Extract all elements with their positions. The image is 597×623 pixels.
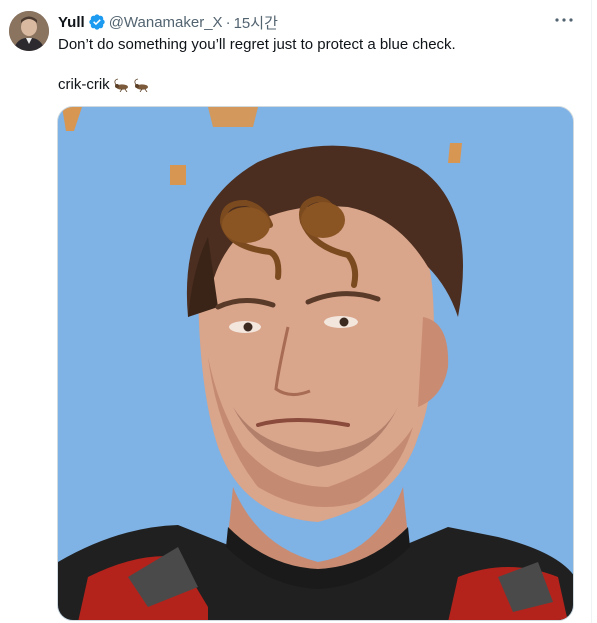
author-avatar[interactable] — [9, 11, 49, 51]
header-separator: · — [225, 13, 231, 31]
tweet-media-image[interactable] — [57, 106, 574, 621]
tweet-text-line-2: crik-crik — [58, 75, 578, 95]
tweet-timestamp[interactable]: 15시간 — [234, 12, 278, 33]
author-display-name[interactable]: Yull — [58, 14, 85, 31]
cricket-icon — [134, 78, 150, 93]
tweet-text: Don’t do something you’ll regret just to… — [58, 35, 578, 95]
timeline-border — [591, 0, 597, 623]
tweet-header: Yull @Wanamaker_X · 15시간 — [58, 12, 278, 32]
author-handle[interactable]: @Wanamaker_X — [109, 14, 223, 31]
more-options-icon[interactable] — [552, 10, 576, 30]
tweet-text-crik: crik-crik — [58, 76, 110, 93]
tweet-text-line-1: Don’t do something you’ll regret just to… — [58, 36, 456, 53]
cricket-icon — [114, 78, 130, 93]
verified-badge-icon[interactable] — [88, 13, 106, 31]
